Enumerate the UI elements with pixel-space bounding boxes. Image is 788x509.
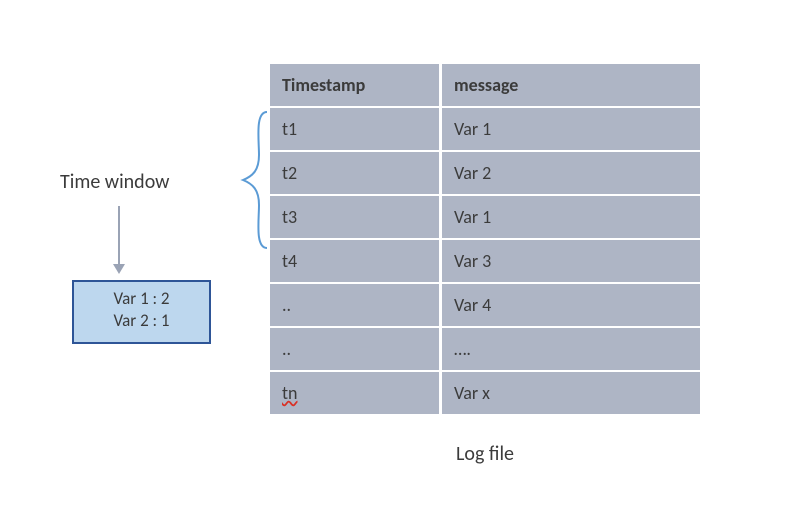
cell-timestamp: t1 bbox=[270, 108, 442, 150]
cell-timestamp: t4 bbox=[270, 240, 442, 282]
result-line: Var 1 : 2 bbox=[84, 288, 199, 310]
cell-message: Var x bbox=[442, 372, 700, 414]
table-row: t4 Var 3 bbox=[270, 240, 700, 282]
table-row: t1 Var 1 bbox=[270, 108, 700, 150]
table-row: .. Var 4 bbox=[270, 284, 700, 326]
cell-timestamp: t2 bbox=[270, 152, 442, 194]
table-row: t2 Var 2 bbox=[270, 152, 700, 194]
cell-message: Var 2 bbox=[442, 152, 700, 194]
cell-message: Var 1 bbox=[442, 108, 700, 150]
cell-message: Var 1 bbox=[442, 196, 700, 238]
cell-message: Var 3 bbox=[442, 240, 700, 282]
cell-message: Var 4 bbox=[442, 284, 700, 326]
header-timestamp: Timestamp bbox=[270, 64, 442, 106]
bracket-icon bbox=[239, 110, 269, 250]
cell-timestamp: tn bbox=[270, 372, 442, 414]
time-window-result-box: Var 1 : 2 Var 2 : 1 bbox=[72, 280, 211, 344]
log-table: Timestamp message t1 Var 1 t2 Var 2 t3 V… bbox=[270, 62, 700, 416]
table-row: t3 Var 1 bbox=[270, 196, 700, 238]
cell-message: …. bbox=[442, 328, 700, 370]
result-line: Var 2 : 1 bbox=[84, 310, 199, 332]
time-window-label: Time window bbox=[60, 170, 169, 194]
cell-timestamp: .. bbox=[270, 328, 442, 370]
table-header-row: Timestamp message bbox=[270, 64, 700, 106]
header-message: message bbox=[442, 64, 700, 106]
table-caption: Log file bbox=[270, 442, 700, 466]
table-row: tn Var x bbox=[270, 372, 700, 414]
cell-timestamp: t3 bbox=[270, 196, 442, 238]
table-row: .. …. bbox=[270, 328, 700, 370]
cell-timestamp: .. bbox=[270, 284, 442, 326]
